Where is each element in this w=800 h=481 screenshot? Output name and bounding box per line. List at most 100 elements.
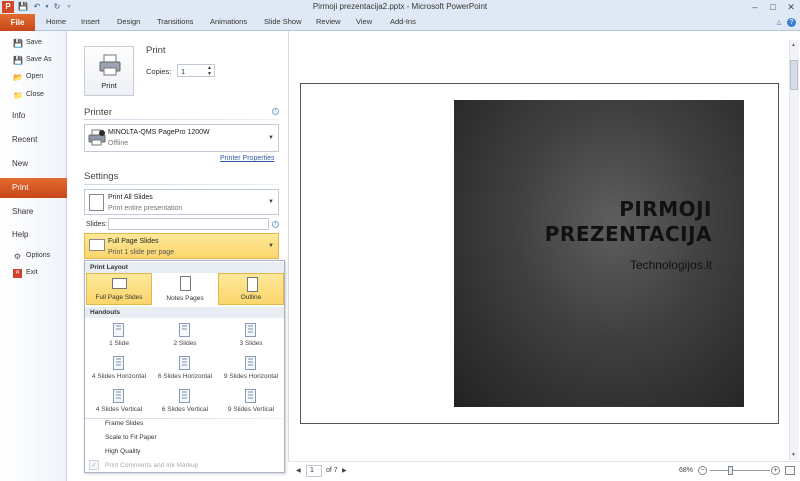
slides-stack-icon [89, 194, 104, 211]
nav-print[interactable]: Print [0, 178, 67, 198]
settings-header: Settings [84, 171, 119, 182]
handout-1-slide[interactable]: 1 Slide [86, 320, 152, 352]
zoom-out-icon[interactable]: − [698, 466, 707, 475]
printer-icon [99, 54, 121, 76]
slides-input[interactable] [108, 218, 269, 230]
zoom-slider-thumb[interactable] [728, 466, 733, 475]
tab-file[interactable]: File [0, 14, 35, 31]
handout-6-slides-horizontal[interactable]: 6 Slides Horizontal [152, 353, 218, 385]
undo-dropdown-icon[interactable]: ▼ [42, 2, 52, 12]
layout-dropdown[interactable]: Full Page Slides Print 1 slide per page … [84, 233, 279, 259]
slides-label: Slides: [86, 221, 108, 228]
chevron-down-icon: ▼ [268, 135, 274, 141]
spin-down-icon[interactable]: ▼ [207, 71, 212, 77]
handout-6-slides-vertical[interactable]: 6 Slides Vertical [152, 386, 218, 418]
nav-info[interactable]: Info [12, 111, 25, 120]
nav-save-as-label: Save As [26, 56, 52, 63]
tab-view[interactable]: View [356, 17, 372, 26]
collapse-ribbon-icon[interactable]: △ [774, 18, 784, 28]
option-frame-slides[interactable]: Frame Slides [105, 420, 143, 427]
tab-transitions[interactable]: Transitions [157, 17, 193, 26]
handout-2-slides[interactable]: 2 Slides [152, 320, 218, 352]
chevron-down-icon: ▼ [268, 199, 274, 205]
copies-spinner[interactable]: 1 ▲ ▼ [177, 64, 215, 77]
printer-header: Printer [84, 107, 112, 118]
minimize-button[interactable]: – [746, 1, 764, 13]
handout-page-icon [245, 356, 256, 370]
print-range-dropdown[interactable]: Print All Slides Print entire presentati… [84, 189, 279, 215]
redo-icon[interactable]: ↻ [52, 2, 62, 12]
popup-separator [85, 418, 284, 419]
help-icon[interactable]: ? [787, 18, 796, 27]
printer-dropdown[interactable]: MINOLTA-QMS PagePro 1200W Offline ▼ [84, 124, 279, 152]
layout-notes-pages[interactable]: Notes Pages [152, 273, 218, 305]
next-page-icon[interactable]: ▶ [342, 467, 347, 474]
tab-insert[interactable]: Insert [81, 17, 100, 26]
layout-full-page-slides[interactable]: Full Page Slides [86, 273, 152, 305]
scroll-down-icon[interactable]: ▼ [791, 452, 796, 458]
tab-design[interactable]: Design [117, 17, 140, 26]
copies-value: 1 [181, 67, 186, 76]
zoom-to-page-icon[interactable] [785, 466, 795, 475]
slides-info-icon[interactable]: i [272, 221, 279, 228]
slide-preview: PIRMOJI PREZENTACIJA Technologijos.lt [454, 100, 744, 407]
scrollbar-thumb[interactable] [790, 60, 798, 90]
nav-exit[interactable]: ✕ Exit [13, 266, 38, 280]
exit-icon: ✕ [13, 268, 22, 278]
printer-properties-link[interactable]: Printer Properties [220, 155, 274, 162]
nav-help[interactable]: Help [12, 230, 28, 239]
zoom-in-icon[interactable]: + [771, 466, 780, 475]
tab-add-ins[interactable]: Add-Ins [390, 17, 416, 26]
nav-close[interactable]: 📁 Close [13, 88, 44, 102]
handout-3-slides[interactable]: 3 Slides [218, 320, 284, 352]
printer-name: MINOLTA-QMS PagePro 1200W [108, 129, 210, 136]
nav-recent[interactable]: Recent [12, 135, 37, 144]
print-range-main: Print All Slides [108, 194, 153, 201]
print-button[interactable]: Print [84, 46, 134, 96]
print-header: Print [146, 45, 166, 56]
maximize-button[interactable]: □ [764, 1, 782, 13]
previous-page-icon[interactable]: ◀ [296, 467, 301, 474]
handouts-section: Handouts [85, 307, 284, 318]
customize-toolbar-icon[interactable]: ▿ [64, 2, 74, 12]
option-high-quality[interactable]: High Quality [105, 448, 140, 455]
nav-share[interactable]: Share [12, 207, 33, 216]
handout-4-slides-horizontal[interactable]: 4 Slides Horizontal [86, 353, 152, 385]
tab-home[interactable]: Home [46, 17, 66, 26]
option-scale-to-fit[interactable]: Scale to Fit Paper [105, 434, 157, 441]
powerpoint-logo-icon[interactable]: P [2, 1, 14, 13]
layout-full-page-label: Full Page Slides [95, 294, 143, 301]
print-range-sub: Print entire presentation [108, 205, 183, 212]
layout-popup: Print Layout Full Page Slides Notes Page… [84, 260, 285, 473]
close-button[interactable]: ✕ [782, 1, 800, 13]
slide-subtitle: Technologijos.lt [629, 258, 712, 272]
nav-save-as[interactable]: 💾 Save As [13, 53, 52, 67]
preview-status-bar [288, 461, 800, 481]
zoom-slider[interactable] [710, 470, 770, 471]
handout-page-icon [113, 323, 124, 337]
printer-separator [84, 119, 279, 120]
handout-9-slides-horizontal[interactable]: 9 Slides Horizontal [218, 353, 284, 385]
save-icon[interactable]: 💾 [18, 2, 28, 12]
handout-4-slides-vertical[interactable]: 4 Slides Vertical [86, 386, 152, 418]
handout-page-icon [113, 389, 124, 403]
nav-options[interactable]: ⚙ Options [13, 249, 50, 263]
tab-animations[interactable]: Animations [210, 17, 247, 26]
title-bar: Pirmoji prezentacija2.pptx - Microsoft P… [0, 0, 800, 14]
layout-outline[interactable]: Outline [218, 273, 284, 305]
nav-new[interactable]: New [12, 159, 28, 168]
printer-info-icon[interactable]: i [272, 108, 279, 115]
nav-open[interactable]: 📂 Open [13, 70, 43, 84]
tab-slide-show[interactable]: Slide Show [264, 17, 302, 26]
page-number-input[interactable]: 1 [306, 465, 322, 477]
zoom-level: 68% [679, 467, 694, 474]
undo-icon[interactable]: ↶ [32, 2, 42, 12]
scroll-up-icon[interactable]: ▲ [791, 42, 796, 48]
layout-main: Full Page Slides [108, 238, 159, 245]
handout-9-slides-vertical[interactable]: 9 Slides Vertical [218, 386, 284, 418]
nav-save[interactable]: 💾 Save [13, 36, 42, 50]
print-layout-section: Print Layout [85, 262, 284, 273]
handout-page-icon [179, 356, 190, 370]
vertical-scrollbar[interactable] [789, 40, 799, 460]
tab-review[interactable]: Review [316, 17, 341, 26]
